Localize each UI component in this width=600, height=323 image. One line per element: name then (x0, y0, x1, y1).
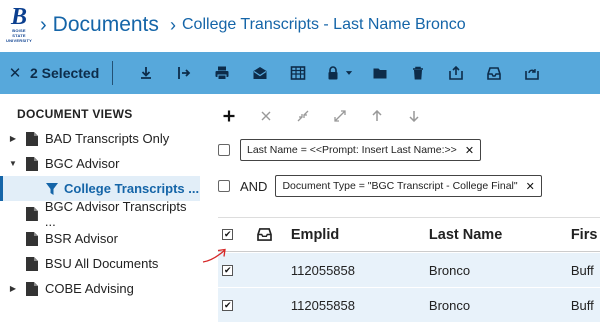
document-icon (26, 131, 38, 146)
condition-checkbox[interactable] (218, 144, 230, 156)
cell-last-name: Bronco (428, 297, 471, 313)
logo-letter: B (10, 4, 27, 30)
row-checkbox[interactable]: ✔ (222, 299, 234, 311)
cell-last-name: Bronco (428, 262, 471, 278)
cell-emplid: 112055858 (290, 297, 355, 313)
breadcrumb-documents[interactable]: › Documents (40, 10, 159, 40)
cell-first-name: Buff (570, 262, 594, 278)
app-header: B BOISE STATE UNIVERSITY › Documents › C… (0, 0, 600, 52)
chevron-right-icon: › (40, 13, 47, 36)
document-icon (26, 156, 38, 171)
document-icon (25, 206, 38, 221)
document-icon (26, 281, 38, 296)
breadcrumb-label: Documents (52, 13, 159, 36)
column-header-emplid[interactable]: Emplid (291, 227, 429, 243)
condition-row-2: AND Document Type = "BGC Transcript - Co… (218, 175, 542, 197)
toolbar-divider (112, 61, 113, 85)
breadcrumb-current-view: › College Transcripts - Last Name Bronco (170, 10, 466, 40)
sidebar-item-bgc-advisor[interactable]: ▼ BGC Advisor (0, 151, 200, 176)
selected-count: 2 Selected (30, 65, 100, 81)
lock-icon[interactable] (317, 65, 361, 81)
close-icon[interactable]: ✕ (526, 180, 535, 193)
sidebar-item-bsr-advisor[interactable]: BSR Advisor (0, 226, 200, 251)
selection-toolbar: ✕ 2 Selected (0, 52, 600, 94)
condition-text: Document Type = "BGC Transcript - Colleg… (282, 180, 518, 192)
document-icon (26, 231, 38, 246)
condition-row-1: Last Name = <<Prompt: Insert Last Name:>… (218, 139, 482, 161)
print-icon[interactable] (203, 65, 241, 81)
inbox-icon[interactable] (475, 65, 513, 81)
caret-down-icon[interactable]: ▼ (8, 159, 18, 168)
cell-emplid: 112055858 (290, 262, 355, 278)
main-panel: Last Name = <<Prompt: Insert Last Name:>… (210, 94, 600, 323)
sync-icon[interactable] (513, 65, 551, 81)
move-icon[interactable] (165, 65, 203, 81)
folder-icon[interactable] (361, 65, 399, 81)
inbox-icon (256, 228, 272, 241)
column-header-first-name[interactable]: Firs (571, 227, 600, 243)
condition-pill[interactable]: Last Name = <<Prompt: Insert Last Name:>… (240, 139, 482, 161)
move-up-icon[interactable] (358, 110, 395, 122)
grid-header-row: ✔ Emplid Last Name Firs (218, 217, 600, 252)
sidebar-item-label: BSU All Documents (45, 256, 159, 271)
row-checkbox[interactable]: ✔ (222, 264, 234, 276)
chevron-down-icon (345, 71, 352, 75)
sidebar-item-bsu-all-documents[interactable]: BSU All Documents (0, 251, 200, 276)
email-icon[interactable] (241, 65, 279, 81)
table-icon[interactable] (279, 65, 317, 81)
condition-pill[interactable]: Document Type = "BGC Transcript - Colleg… (275, 175, 542, 197)
close-icon[interactable]: ✕ (0, 64, 30, 82)
caret-right-icon[interactable]: ▶ (8, 284, 18, 293)
breadcrumb-label: College Transcripts - Last Name Bronco (182, 16, 466, 33)
annotation-arrow-icon (202, 248, 226, 263)
sidebar-item-bgc-advisor-transcripts[interactable]: BGC Advisor Transcripts ... (0, 198, 200, 229)
filter-icon (46, 182, 58, 195)
document-icon (26, 256, 38, 271)
sidebar-item-label: BSR Advisor (45, 231, 118, 246)
sidebar-item-label: COBE Advising (45, 281, 134, 296)
query-toolbar (210, 106, 432, 126)
column-header-last-name[interactable]: Last Name (429, 227, 571, 243)
sidebar-item-college-transcripts[interactable]: College Transcripts ... (0, 176, 200, 201)
sidebar-title: DOCUMENT VIEWS (17, 107, 133, 121)
sidebar-item-label: BAD Transcripts Only (45, 131, 170, 146)
select-all-checkbox[interactable]: ✔ (222, 229, 234, 240)
remove-condition-icon[interactable] (247, 110, 284, 122)
table-row[interactable]: ✔ 112055858 Bronco Buff (218, 253, 600, 288)
university-logo[interactable]: B BOISE STATE UNIVERSITY (6, 4, 33, 44)
trash-icon[interactable] (399, 65, 437, 81)
condition-text: Last Name = <<Prompt: Insert Last Name:>… (247, 144, 457, 156)
sidebar-item-cobe-advising[interactable]: ▶ COBE Advising (0, 276, 200, 301)
expand-icon[interactable] (321, 110, 358, 122)
and-operator: AND (240, 178, 268, 194)
download-icon[interactable] (127, 65, 165, 81)
sidebar-item-label: College Transcripts ... (64, 181, 200, 196)
sidebar-item-label: BGC Advisor (45, 156, 120, 171)
table-row[interactable]: ✔ 112055858 Bronco Buff (218, 288, 600, 323)
document-views-sidebar: DOCUMENT VIEWS ▶ BAD Transcripts Only ▼ … (0, 94, 210, 321)
caret-right-icon[interactable]: ▶ (8, 134, 18, 143)
sidebar-item-label: BGC Advisor Transcripts ... (44, 198, 187, 229)
sidebar-item-bad-transcripts-only[interactable]: ▶ BAD Transcripts Only (0, 126, 200, 151)
condition-checkbox[interactable] (218, 180, 230, 192)
collapse-icon[interactable] (284, 110, 321, 122)
logo-text: BOISE STATE UNIVERSITY (6, 28, 33, 43)
close-icon[interactable]: ✕ (465, 144, 474, 157)
cell-first-name: Buff (570, 297, 594, 313)
archive-up-icon[interactable] (437, 65, 475, 81)
add-condition-icon[interactable] (210, 110, 247, 122)
chevron-right-icon: › (170, 14, 176, 35)
move-down-icon[interactable] (395, 110, 432, 122)
